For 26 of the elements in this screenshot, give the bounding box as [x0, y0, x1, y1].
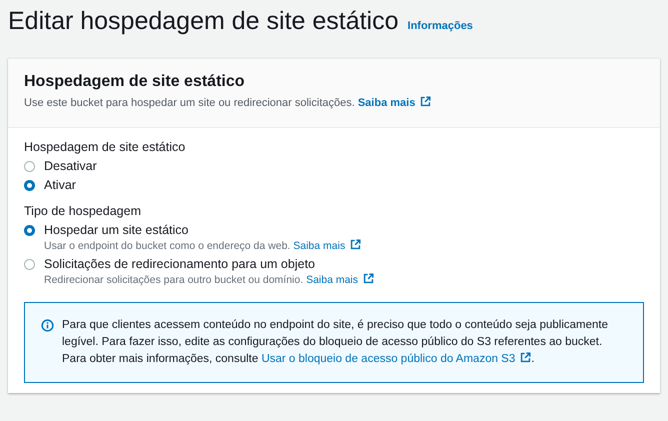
- option-description: Redirecionar solicitações para outro bucket ou domínio. Saiba mais: [44, 273, 374, 286]
- alert-message: Para que clientes acessem conteúdo no endpoint do site, é preciso que todo o conteúdo seja publicamente legível. Para fazer isso, edite as configurações do bloqueio de acesso público do S3 referentes ao bucket. Para obter mais informações, consulte Usar o bloqueio de acesso público do Amazon S3 .: [62, 318, 609, 367]
- field-label: Hospedagem de site estático: [24, 140, 186, 154]
- external-link-icon: [420, 96, 432, 107]
- panel-title: Hospedagem de site estático: [24, 73, 246, 91]
- option-label[interactable]: Desativar: [44, 159, 97, 173]
- radio-button[interactable]: [24, 161, 35, 172]
- panel-description: Use este bucket para hospedar um site ou redirecionar solicitações. Saiba mais: [24, 96, 644, 109]
- radio-button[interactable]: [24, 259, 35, 270]
- field-label: Tipo de hospedagem: [24, 204, 142, 218]
- info-icon: [41, 319, 54, 332]
- option-label[interactable]: Hospedar um site estático: [44, 223, 362, 237]
- radio-button[interactable]: [24, 180, 35, 191]
- external-link-icon: [520, 352, 532, 363]
- external-link-icon: [350, 239, 362, 250]
- learn-more-link[interactable]: Saiba mais: [293, 240, 346, 252]
- external-link-icon: [363, 273, 374, 284]
- info-link[interactable]: Informações: [408, 20, 473, 32]
- option-description: Usar o endpoint do bucket como o endereço da web. Saiba mais: [44, 239, 362, 252]
- option-label[interactable]: Ativar: [44, 178, 76, 192]
- page-title: Editar hospedagem de site estático: [8, 6, 399, 37]
- option-label[interactable]: Solicitações de redirecionamento para um objeto: [44, 257, 374, 271]
- alert-link[interactable]: Usar o bloqueio de acesso público do Amazon S3: [261, 353, 516, 365]
- learn-more-link[interactable]: Saiba mais: [358, 97, 416, 109]
- learn-more-link[interactable]: Saiba mais: [306, 274, 358, 286]
- radio-button[interactable]: [24, 225, 35, 236]
